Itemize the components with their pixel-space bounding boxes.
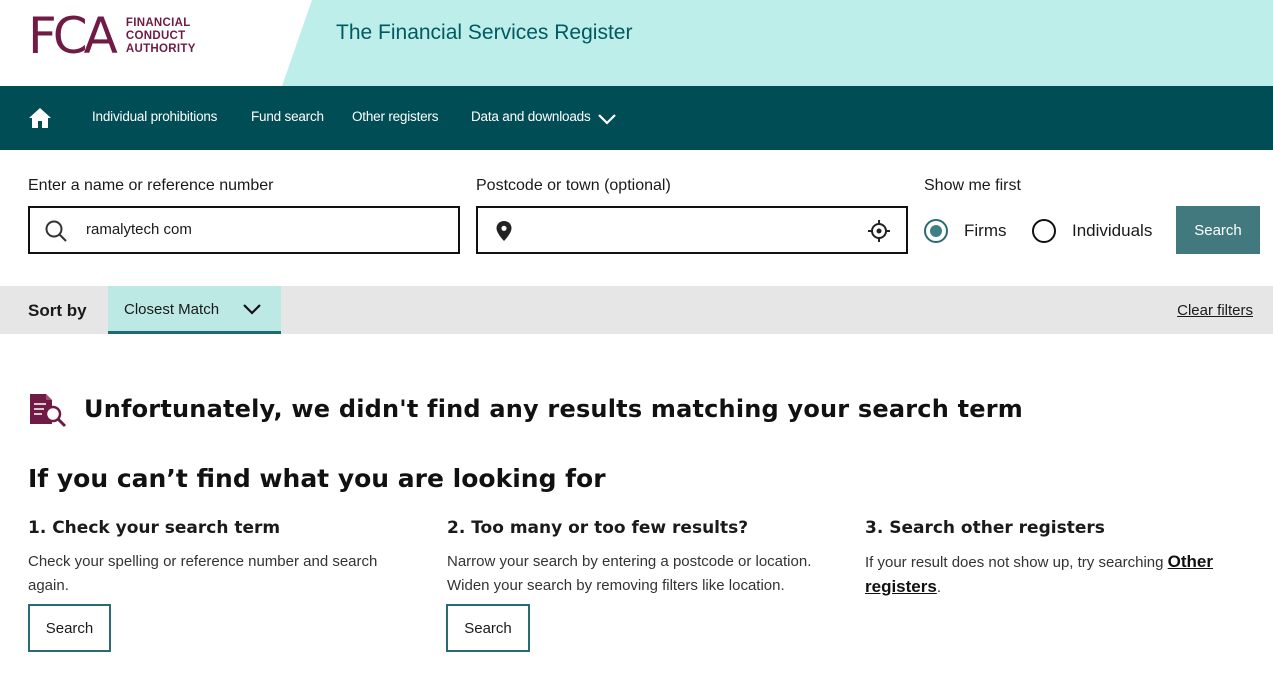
name-search-value: ramalytech com [86, 221, 192, 238]
individuals-radio[interactable] [1032, 219, 1056, 243]
help-text-other-registers: If your result does not show up, try sea… [865, 550, 1255, 600]
help-title-other-registers: 3. Search other registers [865, 518, 1105, 538]
name-search-input[interactable]: ramalytech com [28, 206, 460, 254]
chevron-down-icon[interactable] [597, 113, 617, 125]
logo-line-2: CONDUCT [125, 29, 186, 42]
site-header: FCA FINANCIAL CONDUCT AUTHORITY The Fina… [0, 0, 1273, 86]
document-search-icon [30, 394, 67, 428]
sort-label: Sort by [28, 301, 87, 320]
refine-search-button[interactable]: Search [446, 604, 530, 652]
help-text-line: Narrow your search by entering a postcod… [447, 553, 812, 570]
chevron-down-icon [243, 304, 261, 315]
nav-item-other-registers[interactable]: Other registers [352, 109, 438, 124]
sort-select[interactable]: Closest Match [108, 286, 281, 334]
other-registers-link[interactable]: Other [1168, 552, 1213, 571]
help-text-line: . [936, 579, 941, 596]
help-text-line: If your result does not show up, try sea… [865, 554, 1168, 571]
help-title-check-search: 1. Check your search term [28, 518, 281, 538]
check-search-button[interactable]: Search [28, 604, 111, 652]
nav-item-fund-search[interactable]: Fund search [251, 109, 324, 124]
nav-item-individual-prohibitions[interactable]: Individual prohibitions [92, 109, 217, 124]
clear-filters-link[interactable]: Clear filters [1177, 302, 1253, 319]
help-text-line: Widen your search by removing filters li… [447, 577, 785, 594]
help-text-check-search: Check your spelling or reference number … [28, 550, 428, 598]
firms-radio[interactable] [924, 219, 948, 243]
other-registers-link[interactable]: registers [865, 577, 937, 596]
name-field-label: Enter a name or reference number [28, 177, 274, 194]
firms-radio-label[interactable]: Firms [964, 221, 1006, 241]
individuals-radio-label[interactable]: Individuals [1072, 221, 1152, 241]
nav-item-data-and-downloads[interactable]: Data and downloads [471, 109, 591, 124]
help-title-results-count: 2. Too many or too few results? [447, 518, 749, 538]
site-title[interactable]: The Financial Services Register [336, 21, 632, 45]
home-icon[interactable] [28, 107, 52, 129]
help-text-line: Check your spelling or reference number … [28, 553, 378, 570]
show-first-label: Show me first [924, 177, 1021, 194]
help-text-results-count: Narrow your search by entering a postcod… [447, 550, 847, 598]
sort-bar: Sort by Closest Match Clear filters [0, 286, 1273, 334]
help-text-line: again. [28, 577, 69, 594]
search-icon [45, 220, 67, 242]
map-pin-icon [496, 221, 512, 241]
crosshair-icon[interactable] [868, 220, 890, 242]
no-results-message: Unfortunately, we didn't find any result… [84, 395, 1023, 423]
logo-line-1: FINANCIAL [125, 16, 191, 29]
main-nav: Individual prohibitions Fund search Othe… [0, 86, 1273, 150]
logo-mark: FCA [28, 7, 118, 65]
sort-selected-value: Closest Match [124, 301, 220, 318]
location-input[interactable] [476, 206, 908, 254]
logo-line-3: AUTHORITY [125, 42, 196, 55]
logo-wordmark: FINANCIAL CONDUCT AUTHORITY [126, 17, 196, 56]
location-field-label: Postcode or town (optional) [476, 177, 671, 194]
help-heading: If you can’t find what you are looking f… [28, 464, 606, 493]
search-button[interactable]: Search [1176, 206, 1260, 254]
fca-logo[interactable]: FCA FINANCIAL CONDUCT AUTHORITY [28, 7, 196, 65]
